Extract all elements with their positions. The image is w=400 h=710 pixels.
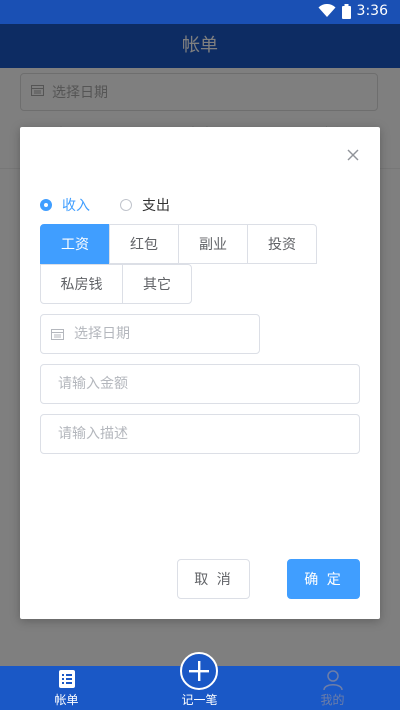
radio-income-label: 收入 (62, 198, 90, 214)
description-field[interactable] (40, 414, 360, 454)
tab-bill-label: 帐单 (54, 693, 79, 707)
description-input[interactable] (56, 425, 359, 443)
calendar-icon (51, 328, 64, 340)
cancel-button[interactable]: 取 消 (177, 559, 250, 599)
amount-input[interactable] (56, 375, 359, 393)
battery-icon (341, 3, 351, 19)
bottom-tab-bar: 帐单 记一笔 我的 (0, 652, 400, 710)
tab-bill[interactable]: 帐单 (0, 666, 133, 710)
status-bar: 3:36 (0, 0, 400, 24)
plus-icon[interactable] (180, 652, 218, 690)
category-private-money-button[interactable]: 私房钱 (40, 264, 123, 304)
tab-mine[interactable]: 我的 (266, 666, 399, 710)
radio-unchecked-icon (120, 199, 132, 211)
category-red-packet-button[interactable]: 红包 (109, 224, 179, 264)
confirm-button[interactable]: 确 定 (287, 559, 360, 599)
tab-mine-label: 我的 (320, 693, 345, 707)
category-other-button[interactable]: 其它 (122, 264, 192, 304)
add-record-dialog: 收入 支出 工资 红包 副业 投资 私房钱 其它 取 消 确 定 (20, 127, 380, 619)
type-radio-group: 收入 支出 (40, 195, 200, 215)
radio-income[interactable]: 收入 (40, 195, 90, 215)
radio-expense-label: 支出 (142, 198, 170, 214)
status-icons: 3:36 (318, 3, 388, 19)
date-input[interactable] (72, 325, 259, 343)
wifi-icon (318, 4, 336, 18)
category-investment-button[interactable]: 投资 (247, 224, 317, 264)
radio-expense[interactable]: 支出 (120, 195, 170, 215)
radio-checked-icon (40, 199, 52, 211)
category-side-job-button[interactable]: 副业 (178, 224, 248, 264)
bill-icon (57, 669, 77, 692)
amount-field[interactable] (40, 364, 360, 404)
tab-add-record-label: 记一笔 (181, 693, 218, 707)
close-icon[interactable] (346, 147, 360, 161)
tab-add-record[interactable]: 记一笔 (133, 652, 266, 710)
date-picker-field[interactable] (40, 314, 260, 354)
status-time: 3:36 (356, 3, 388, 19)
category-salary-button[interactable]: 工资 (40, 224, 110, 264)
